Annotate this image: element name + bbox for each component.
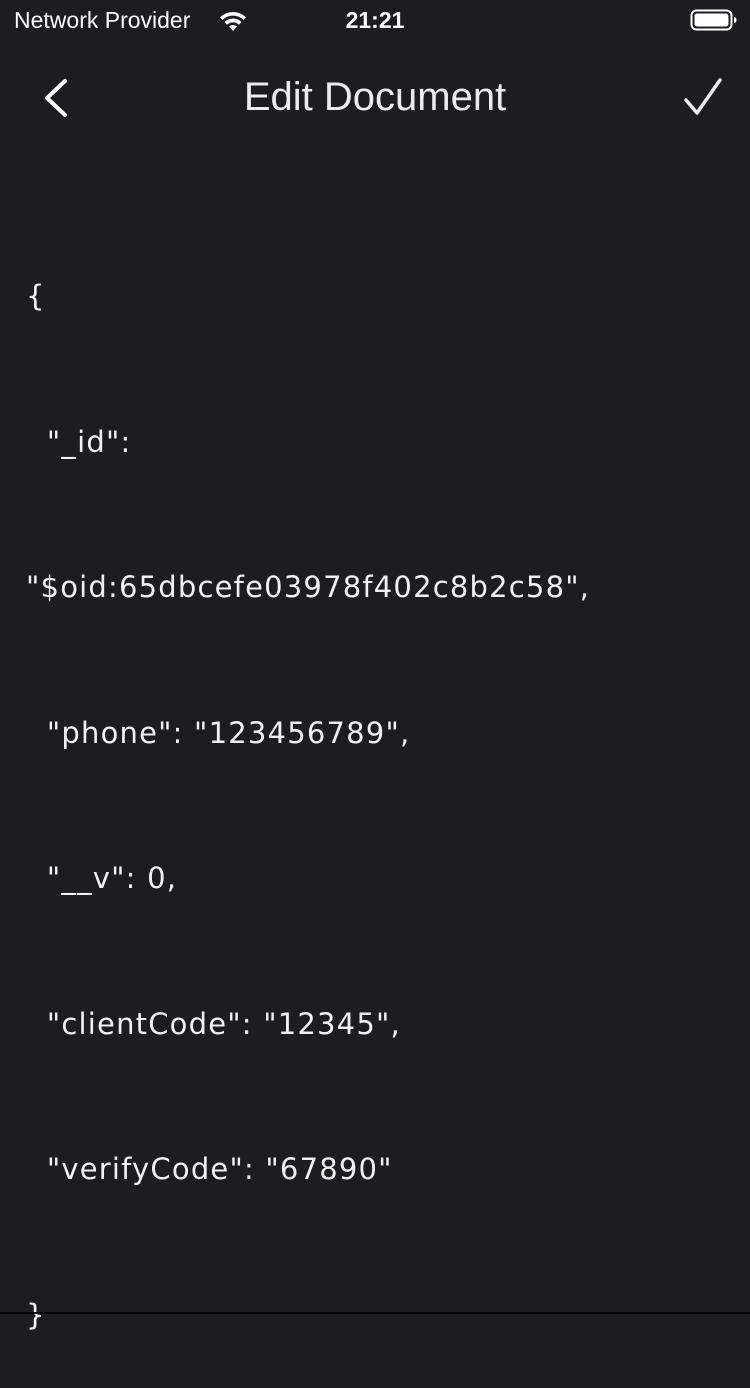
code-line: "$oid:65dbcefe03978f402c8b2c58", — [26, 570, 591, 604]
save-button[interactable] — [676, 70, 732, 126]
code-line: "phone": "123456789", — [26, 715, 411, 750]
battery-full-icon — [690, 8, 738, 32]
code-line: } — [26, 1297, 46, 1332]
code-line: "__v": 0, — [26, 861, 178, 895]
navigation-bar: Edit Document — [0, 50, 750, 146]
bottom-divider — [0, 1312, 750, 1314]
code-line: { — [26, 279, 46, 313]
code-line: "_id": — [26, 424, 132, 459]
status-time: 21:21 — [345, 7, 405, 33]
checkmark-icon — [676, 78, 732, 130]
code-line: "clientCode": "12345", — [26, 1006, 401, 1041]
page-title: Edit Document — [243, 75, 507, 119]
document-editor[interactable]: { "_id": "$oid:65dbcefe03978f402c8b2c58"… — [26, 175, 726, 1388]
status-bar: Network Provider 21:21 — [0, 0, 750, 40]
code-line: "verifyCode": "67890" — [26, 1152, 393, 1186]
